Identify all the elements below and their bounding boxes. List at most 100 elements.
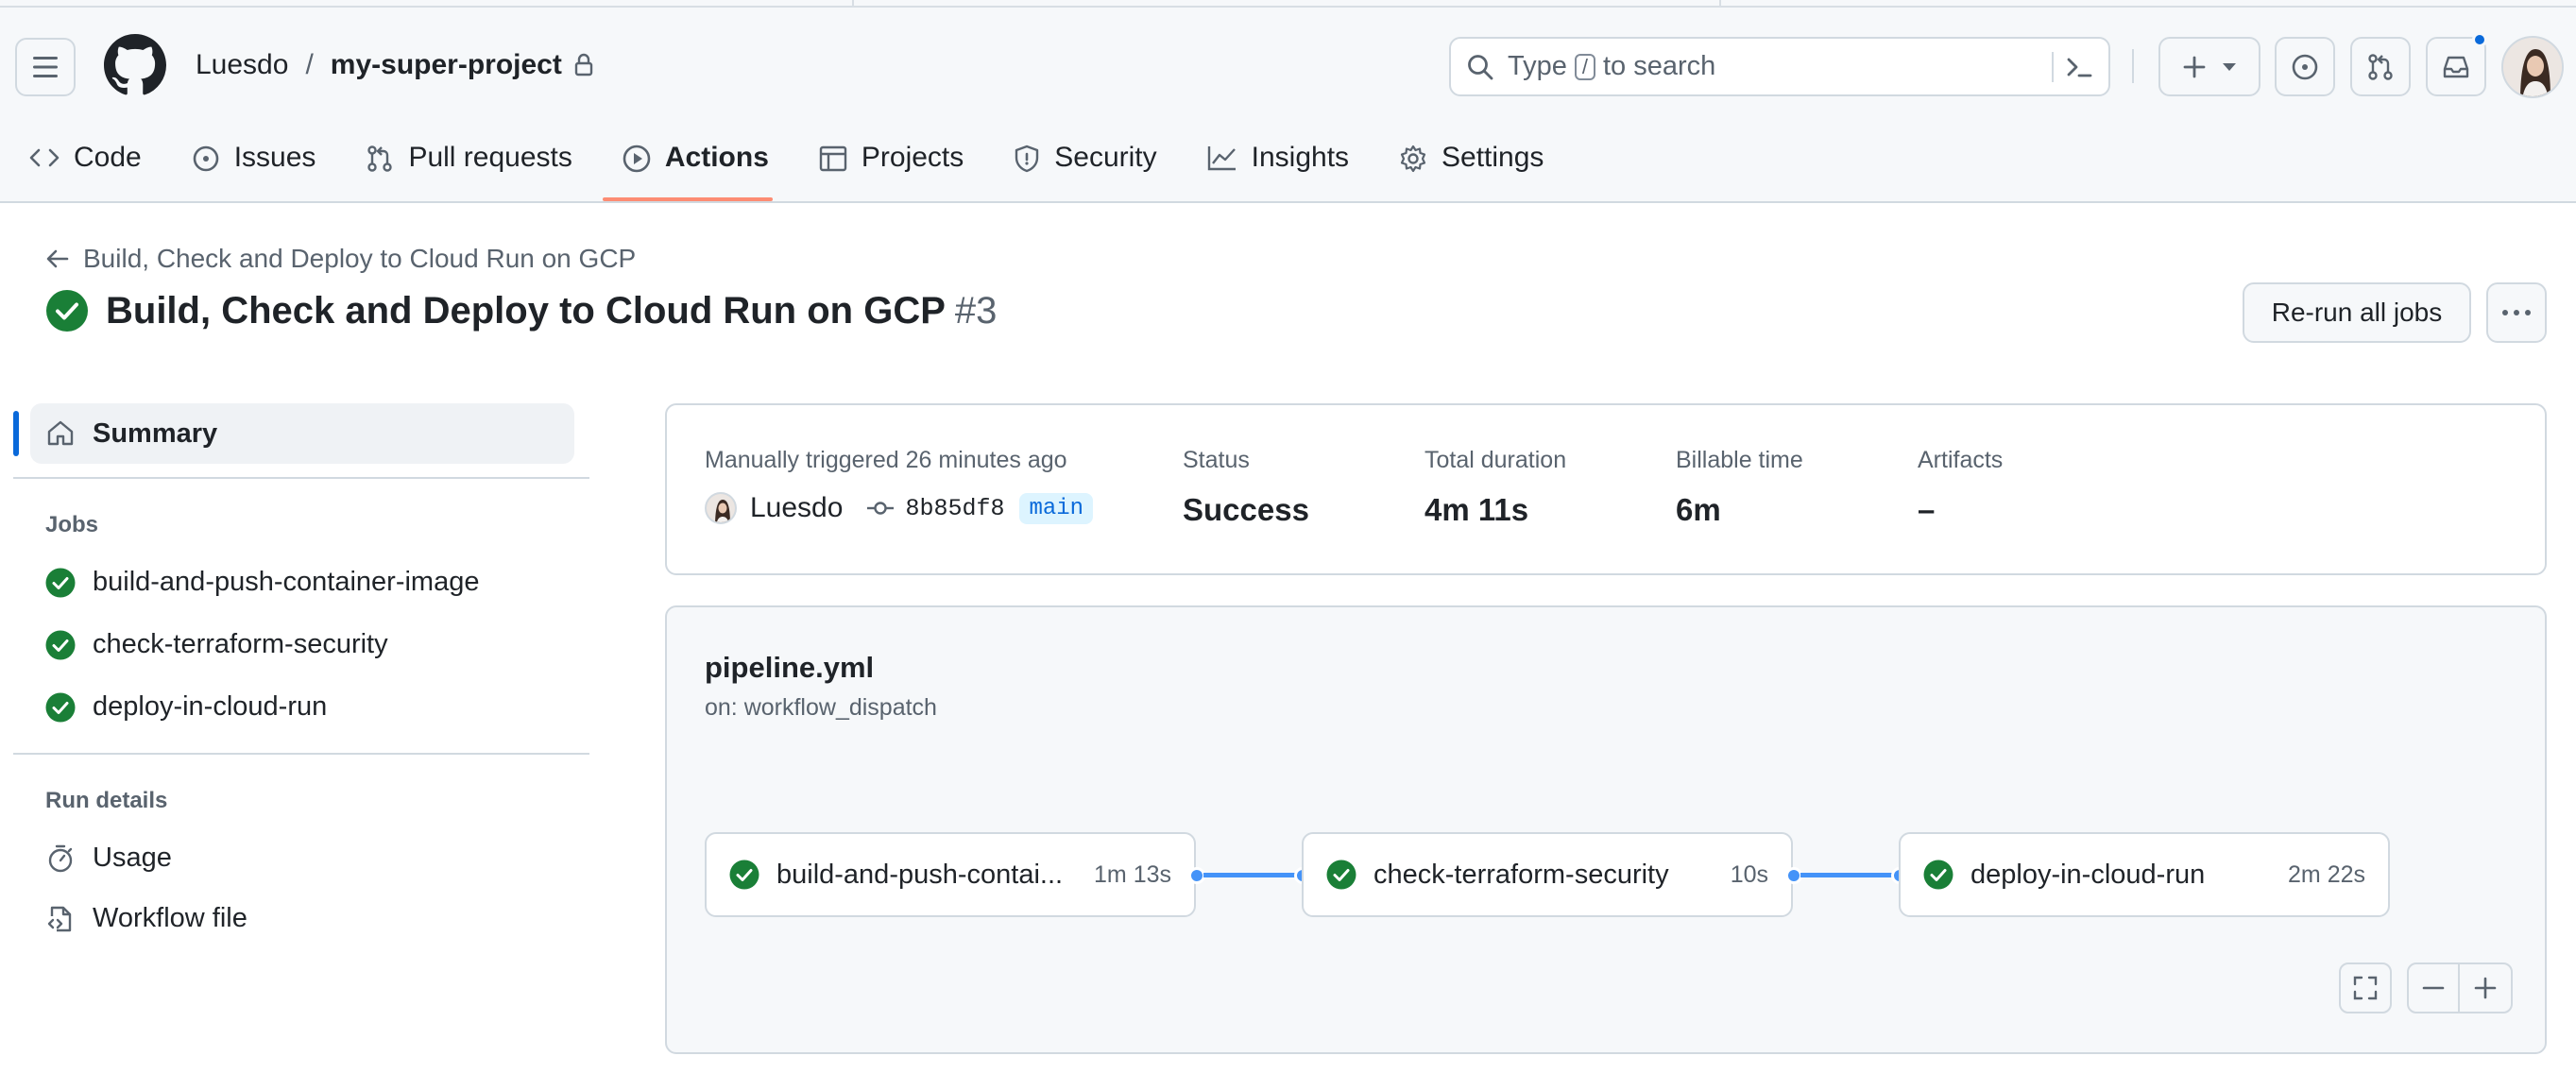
avatar-portrait-icon (2503, 38, 2562, 96)
sidebar-divider (13, 753, 589, 755)
browser-tab-strip (0, 0, 2576, 8)
github-mark-icon (104, 34, 166, 95)
back-to-workflow-link[interactable]: Build, Check and Deploy to Cloud Run on … (45, 244, 636, 274)
check-circle-fill-icon (729, 860, 759, 890)
sidebar-item-usage[interactable]: Usage (45, 843, 172, 874)
run-details-heading: Run details (45, 788, 168, 813)
graph-icon (1206, 144, 1238, 172)
workflow-graph-panel: pipeline.yml on: workflow_dispatch build… (665, 605, 2547, 1054)
graph-connector-line (1800, 873, 1895, 877)
menu-button[interactable] (15, 38, 76, 96)
status-label: Status (1183, 447, 1250, 473)
workflow-file-name: pipeline.yml (705, 651, 875, 684)
workflow-trigger: on: workflow_dispatch (705, 694, 937, 721)
github-logo[interactable] (104, 34, 166, 96)
fullscreen-button[interactable] (2339, 962, 2392, 1013)
file-code-icon (47, 906, 72, 931)
commit-sha-link[interactable]: 8b85df8 (905, 495, 1004, 522)
minus-icon (2422, 986, 2445, 990)
graph-job-duration: 2m 22s (2288, 860, 2365, 888)
back-link-label: Build, Check and Deploy to Cloud Run on … (83, 244, 637, 273)
home-icon (47, 420, 74, 446)
run-number: #3 (954, 289, 998, 332)
sidebar-item-workflow-file[interactable]: Workflow file (45, 903, 247, 934)
tab-insights[interactable]: Insights (1206, 132, 1364, 203)
create-new-button[interactable] (2158, 37, 2260, 96)
graph-connector-line (1203, 873, 1298, 877)
inbox-icon (2443, 56, 2469, 77)
zoom-in-button[interactable] (2460, 964, 2511, 1012)
pull-request-icon (2368, 53, 2393, 80)
tab-code-label: Code (74, 142, 142, 173)
triangle-down-icon (2223, 62, 2236, 71)
graph-job-deploy[interactable]: deploy-in-cloud-run 2m 22s (1899, 832, 2390, 917)
status-value: Success (1183, 492, 1309, 527)
sidebar-summary-label: Summary (93, 417, 218, 449)
zoom-controls (2407, 962, 2513, 1013)
app-header: Luesdo / my-super-project Type / to sear… (0, 0, 2576, 203)
tab-issues-label: Issues (233, 142, 316, 173)
tab-settings[interactable]: Settings (1398, 132, 1559, 203)
total-duration-label: Total duration (1424, 447, 1567, 473)
graph-job-check-terraform[interactable]: check-terraform-security 10s (1302, 832, 1793, 917)
tab-divider (1719, 0, 1721, 8)
sidebar-job-label: deploy-in-cloud-run (93, 691, 328, 722)
actor-name-link[interactable]: Luesdo (750, 492, 843, 524)
trigger-label: Manually triggered 26 minutes ago (705, 447, 1067, 473)
kebab-horizontal-icon (2502, 310, 2531, 315)
tab-actions[interactable]: Actions (622, 132, 784, 203)
user-avatar[interactable] (2501, 36, 2564, 98)
search-divider (2052, 52, 2054, 82)
pull-request-icon (365, 144, 395, 174)
sidebar-job-check-terraform[interactable]: check-terraform-security (45, 629, 388, 660)
check-circle-fill-icon (45, 568, 76, 597)
shield-icon (1013, 144, 1041, 174)
tab-code[interactable]: Code (28, 132, 157, 203)
rerun-all-jobs-button[interactable]: Re-run all jobs (2243, 282, 2471, 343)
repo-owner-link[interactable]: Luesdo (196, 49, 288, 81)
tab-projects[interactable]: Projects (818, 132, 979, 203)
search-input[interactable]: Type / to search (1449, 37, 2110, 96)
table-icon (818, 144, 848, 174)
run-title: Build, Check and Deploy to Cloud Run on … (45, 289, 997, 332)
sidebar-usage-label: Usage (93, 843, 172, 873)
header-divider (2132, 49, 2134, 83)
total-duration-value: 4m 11s (1424, 492, 1529, 527)
run-summary-panel: Manually triggered 26 minutes ago Luesdo… (665, 403, 2547, 575)
gear-icon (1398, 144, 1428, 174)
issue-icon (2292, 54, 2318, 79)
your-pull-requests-button[interactable] (2350, 37, 2411, 96)
tab-pull-requests[interactable]: Pull requests (365, 132, 587, 203)
check-circle-fill-icon (1326, 860, 1356, 890)
graph-job-label: build-and-push-contai... (776, 859, 1064, 890)
tab-insights-label: Insights (1251, 142, 1350, 173)
actor-avatar[interactable] (705, 492, 737, 524)
graph-job-build-and-push[interactable]: build-and-push-contai... 1m 13s (705, 832, 1196, 917)
sidebar-item-summary[interactable]: Summary (30, 403, 574, 464)
sidebar-workflow-file-label: Workflow file (93, 903, 247, 933)
graph-job-duration: 1m 13s (1094, 860, 1171, 888)
plus-icon (2474, 977, 2497, 999)
sidebar-job-deploy[interactable]: deploy-in-cloud-run (45, 691, 327, 723)
jobs-heading: Jobs (45, 512, 99, 537)
tab-security-label: Security (1054, 142, 1157, 173)
check-circle-fill-icon (46, 290, 88, 332)
breadcrumb-separator: / (305, 49, 314, 80)
sidebar-job-label: check-terraform-security (93, 629, 388, 659)
your-issues-button[interactable] (2275, 37, 2335, 96)
more-options-button[interactable] (2486, 282, 2547, 343)
branch-label[interactable]: main (1019, 492, 1094, 524)
tab-actions-label: Actions (664, 142, 769, 173)
graph-job-label: check-terraform-security (1373, 859, 1669, 890)
tab-issues[interactable]: Issues (191, 132, 332, 203)
sidebar-job-label: build-and-push-container-image (93, 567, 480, 597)
tab-security[interactable]: Security (1013, 132, 1171, 203)
selected-indicator (13, 411, 19, 456)
zoom-out-button[interactable] (2409, 964, 2460, 1012)
sidebar-job-build-and-push[interactable]: build-and-push-container-image (45, 567, 479, 598)
repo-name-link[interactable]: my-super-project (331, 49, 562, 81)
command-palette-icon[interactable] (2063, 52, 2095, 82)
tab-pull-requests-label: Pull requests (408, 142, 572, 173)
tab-projects-label: Projects (861, 142, 964, 173)
git-commit-icon (867, 502, 895, 515)
